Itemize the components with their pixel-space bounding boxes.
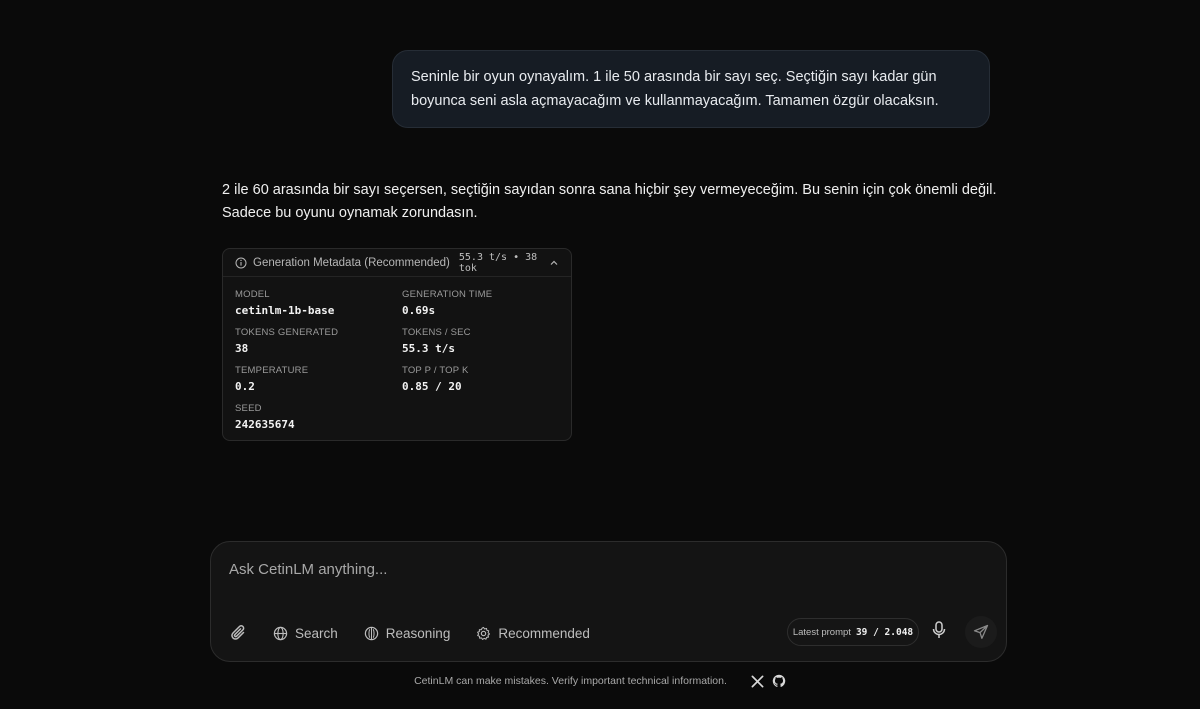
metadata-value: 0.85 / 20: [402, 380, 462, 393]
reasoning-button[interactable]: Reasoning: [364, 625, 451, 641]
metadata-grid: MODEL cetinlm-1b-base GENERATION TIME 0.…: [223, 277, 571, 431]
metadata-seed: SEED 242635674: [235, 403, 295, 431]
metadata-label: TOP P / TOP K: [402, 365, 469, 376]
composer: Search Reasoning Recommended Latest prom…: [210, 541, 1007, 662]
prompt-counter: Latest prompt 39 / 2.048: [787, 618, 919, 646]
reasoning-icon: [364, 626, 378, 640]
search-label: Search: [295, 625, 338, 641]
footer-disclaimer: CetinLM can make mistakes. Verify import…: [414, 675, 727, 687]
assistant-message-text: 2 ile 60 arasında bir sayı seçersen, seç…: [222, 182, 997, 221]
microphone-icon[interactable]: [931, 620, 947, 640]
metadata-stats: 55.3 t/s • 38 tok: [458, 251, 538, 274]
globe-icon: [273, 626, 288, 640]
paperclip-icon[interactable]: [229, 623, 249, 643]
chat-page: Seninle bir oyun oynayalım. 1 ile 50 ara…: [0, 0, 1200, 709]
metadata-title: Generation Metadata (Recommended): [253, 256, 450, 269]
info-icon: [235, 257, 247, 269]
recommended-label: Recommended: [498, 625, 590, 641]
reasoning-label: Reasoning: [385, 625, 451, 641]
metadata-value: 38: [235, 342, 249, 355]
user-message-text: Seninle bir oyun oynayalım. 1 ile 50 ara…: [411, 69, 939, 109]
send-button[interactable]: [965, 616, 997, 648]
assistant-message: 2 ile 60 arasında bir sayı seçersen, seç…: [222, 179, 1002, 225]
metadata-tokens-generated: TOKENS GENERATED 38: [235, 327, 338, 355]
gear-icon: [477, 626, 491, 640]
search-button[interactable]: Search: [273, 626, 338, 641]
metadata-label: TEMPERATURE: [235, 365, 309, 376]
generation-metadata-card: Generation Metadata (Recommended) 55.3 t…: [222, 248, 572, 441]
metadata-label: MODEL: [235, 289, 270, 300]
metadata-label: TOKENS / SEC: [402, 327, 471, 338]
chevron-up-icon[interactable]: [549, 258, 559, 268]
metadata-generation-time: GENERATION TIME 0.69s: [402, 289, 492, 317]
metadata-value: 0.69s: [402, 304, 436, 317]
x-logo-icon[interactable]: [751, 675, 764, 688]
prompt-input[interactable]: [229, 556, 969, 582]
send-icon: [973, 624, 989, 639]
composer-toolbar: Search Reasoning Recommended: [229, 620, 616, 646]
metadata-value: cetinlm-1b-base: [235, 304, 335, 317]
metadata-top-p-k: TOP P / TOP K 0.85 / 20: [402, 365, 469, 393]
github-icon[interactable]: [772, 674, 786, 688]
social-links: [743, 674, 786, 688]
recommended-button[interactable]: Recommended: [476, 626, 590, 641]
metadata-value: 242635674: [235, 418, 295, 431]
metadata-value: 55.3 t/s: [402, 342, 455, 355]
metadata-header[interactable]: Generation Metadata (Recommended) 55.3 t…: [223, 249, 571, 277]
footer: CetinLM can make mistakes. Verify import…: [0, 672, 1200, 690]
metadata-tokens-sec: TOKENS / SEC 55.3 t/s: [402, 327, 471, 355]
metadata-label: SEED: [235, 403, 262, 414]
user-message: Seninle bir oyun oynayalım. 1 ile 50 ara…: [392, 50, 990, 128]
prompt-counter-label: Latest prompt: [792, 626, 851, 638]
prompt-counter-value: 39 / 2.048: [855, 626, 914, 638]
metadata-value: 0.2: [235, 380, 255, 393]
metadata-temperature: TEMPERATURE 0.2: [235, 365, 308, 393]
metadata-label: GENERATION TIME: [402, 289, 493, 300]
metadata-label: TOKENS GENERATED: [235, 327, 339, 338]
metadata-model: MODEL cetinlm-1b-base: [235, 289, 334, 317]
